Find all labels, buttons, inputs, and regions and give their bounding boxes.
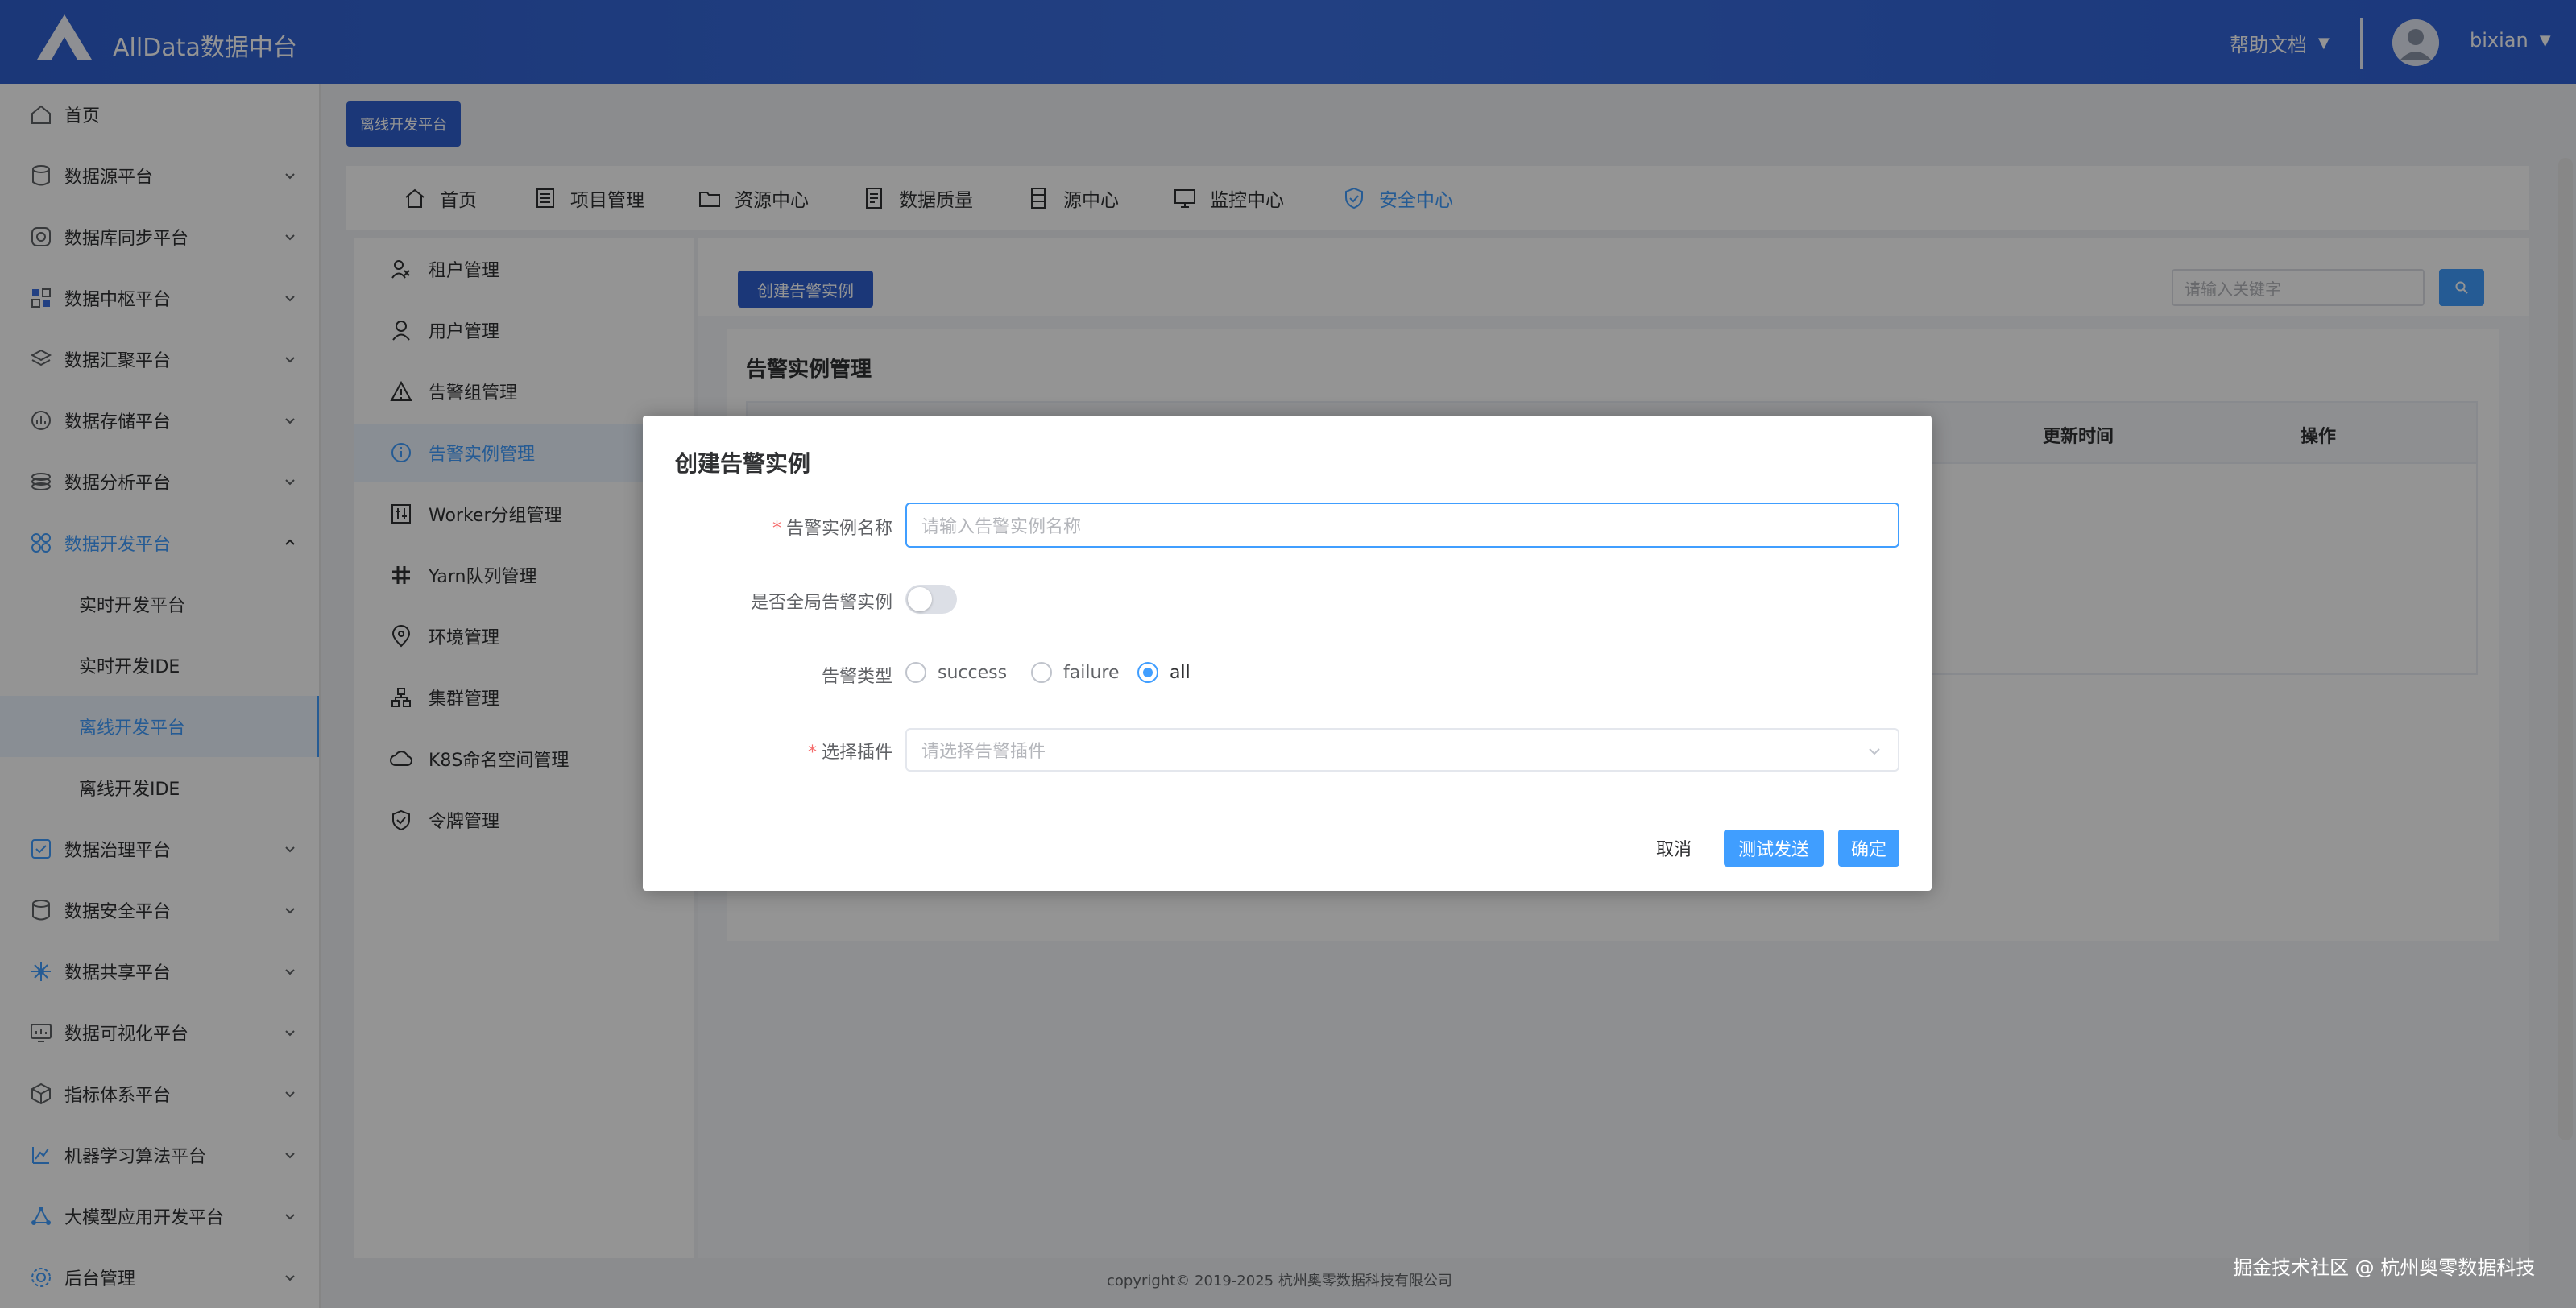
radio-label: success: [938, 662, 1008, 683]
radio-label: all: [1170, 662, 1191, 683]
instance-name-input[interactable]: 请输入告警实例名称: [905, 503, 1899, 548]
alert-type-label: 告警类型: [821, 667, 892, 687]
cancel-button[interactable]: 取消: [1642, 830, 1706, 867]
switch-knob: [908, 587, 932, 611]
plugin-label-text: 选择插件: [821, 743, 892, 763]
plugin-select-placeholder: 请选择告警插件: [921, 742, 1046, 762]
instance-name-label: * 告警实例名称: [643, 514, 892, 540]
test-send-button[interactable]: 测试发送: [1724, 830, 1824, 867]
required-asterisk: *: [772, 519, 781, 539]
radio-label: failure: [1063, 662, 1120, 683]
create-alert-instance-dialog: 创建告警实例 * 告警实例名称 请输入告警实例名称 是否全局告警实例 告警类型 s…: [643, 416, 1932, 891]
instance-name-label-text: 告警实例名称: [785, 519, 892, 539]
chevron-down-icon: [1869, 748, 1880, 755]
plugin-label: * 选择插件: [643, 738, 892, 764]
dialog-title: 创建告警实例: [675, 450, 811, 477]
radio-circle: [905, 662, 926, 683]
global-instance-switch[interactable]: [905, 585, 957, 614]
confirm-button[interactable]: 确定: [1838, 830, 1899, 867]
watermark-text: 掘金技术社区 @ 杭州奥零数据科技: [2233, 1256, 2536, 1279]
alert-type-radio-success[interactable]: success: [905, 662, 1007, 683]
global-instance-label: 是否全局告警实例: [750, 593, 892, 613]
radio-circle: [1137, 662, 1158, 683]
plugin-select[interactable]: 请选择告警插件: [905, 728, 1899, 772]
alert-type-radio-all[interactable]: all: [1137, 662, 1191, 683]
radio-circle: [1031, 662, 1052, 683]
required-asterisk: *: [807, 743, 817, 763]
alert-type-radio-failure[interactable]: failure: [1031, 662, 1120, 683]
